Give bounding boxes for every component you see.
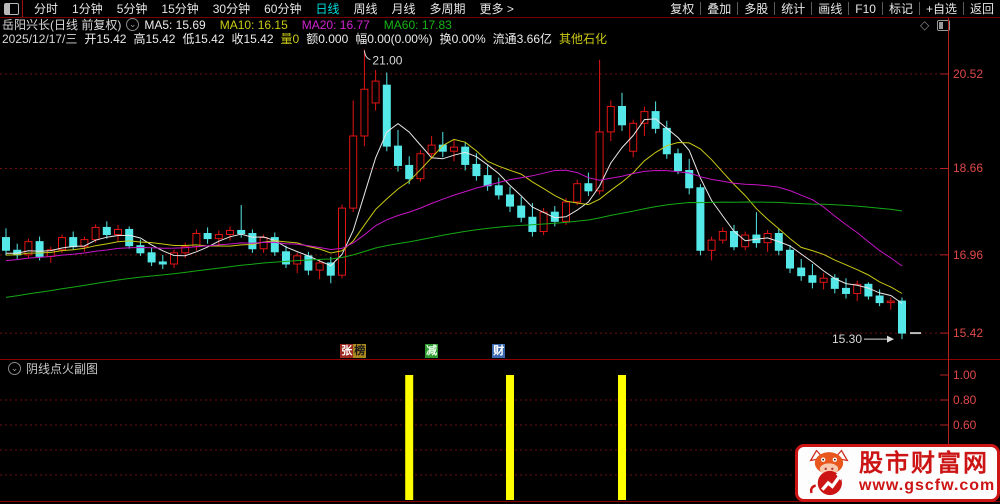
event-badge: 减 xyxy=(425,344,439,358)
toolbar-divider xyxy=(881,2,883,15)
diamond-icon[interactable]: ◇ xyxy=(920,18,929,32)
watermark-logo: 股市财富网 www.gscfw.com xyxy=(795,444,1000,502)
event-badge: 榜 xyxy=(353,344,367,358)
bull-icon xyxy=(809,449,849,496)
period-tab[interactable]: 月线 xyxy=(392,2,416,16)
toolbar-divider xyxy=(918,2,920,15)
stock-app-window: 分时 1分钟 5分钟 15分钟 30分钟 60分钟 日线 周线 月线 多周期 更多 > 复权 叠加 多股… xyxy=(0,0,1000,504)
period-tab[interactable]: 60分钟 xyxy=(264,2,301,16)
axis-tick-label: 1.00 xyxy=(953,368,977,382)
toolbar-button[interactable]: +自选 xyxy=(926,0,957,17)
period-tab[interactable]: 日线 xyxy=(315,2,339,16)
toolbar-button[interactable]: 多股 xyxy=(744,0,768,17)
toolbar-divider xyxy=(848,2,850,15)
toolbar: 复权 叠加 多股 统计 画线 F10 标记 +自选 返回 xyxy=(664,0,1000,17)
toolbar-divider xyxy=(774,2,776,15)
quote-field: 开15.42 xyxy=(84,31,127,46)
event-badge: 财 xyxy=(492,344,506,358)
event-badge: 张 xyxy=(340,344,354,358)
svg-text:15.30: 15.30 xyxy=(832,332,862,346)
panel-toggle-icon[interactable] xyxy=(4,2,19,15)
toolbar-button[interactable]: 叠加 xyxy=(707,0,731,17)
quote-field: 流通3.66亿 xyxy=(492,31,553,46)
event-badge-group: 张榜 xyxy=(340,344,367,358)
toolbar-divider xyxy=(737,2,739,15)
quote-field: 额0.000 xyxy=(306,31,349,46)
period-tab[interactable]: 15分钟 xyxy=(161,2,198,16)
quote-field: 其他石化 xyxy=(559,31,608,46)
quote-field: 收15.42 xyxy=(231,31,274,46)
quote-field: 低15.42 xyxy=(182,31,225,46)
period-tab[interactable]: 多周期 xyxy=(430,2,466,16)
signal-bar xyxy=(618,375,626,500)
period-tab[interactable]: 1分钟 xyxy=(72,2,103,16)
period-tab[interactable]: 更多 > xyxy=(480,2,514,16)
toolbar-divider xyxy=(811,2,813,15)
axis-tick-label: 16.96 xyxy=(953,247,984,262)
period-menubar: 分时 1分钟 5分钟 15分钟 30分钟 60分钟 日线 周线 月线 多周期 更多 > 复权 叠加 多股… xyxy=(0,0,1000,18)
period-tab[interactable]: 分时 xyxy=(34,2,58,16)
period-tab[interactable]: 30分钟 xyxy=(213,2,250,16)
toolbar-button[interactable]: 统计 xyxy=(781,0,805,17)
candlestick-chart[interactable]: 21.00 15.30 xyxy=(0,46,948,359)
period-tab[interactable]: 5分钟 xyxy=(117,2,148,16)
svg-text:21.00: 21.00 xyxy=(372,54,402,68)
axis-border xyxy=(948,18,949,501)
period-tabs: 分时 1分钟 5分钟 15分钟 30分钟 60分钟 日线 周线 月线 多周期 更多 > xyxy=(27,0,521,17)
signal-bar xyxy=(506,375,514,500)
axis-tick-label: 0.80 xyxy=(953,393,977,407)
toolbar-button[interactable]: 画线 xyxy=(818,0,842,17)
event-badge-group: 财 xyxy=(492,344,506,358)
quote-field: 高15.42 xyxy=(133,31,176,46)
period-tab[interactable]: 周线 xyxy=(353,2,377,16)
menubar-divider xyxy=(22,0,23,17)
toolbar-divider xyxy=(962,2,964,15)
toolbar-button[interactable]: F10 xyxy=(855,2,876,16)
quote-field: 2025/12/17/三 xyxy=(2,31,78,46)
axis-tick-label: 18.66 xyxy=(953,161,984,176)
axis-tick-label: 20.52 xyxy=(953,67,984,81)
axis-tick-label: 0.60 xyxy=(953,418,977,432)
toolbar-button[interactable]: 复权 xyxy=(670,0,694,17)
signal-bar xyxy=(405,375,414,500)
quote-bar: 2025/12/17/三 开15.42 高15.42 低15.42 收15.42 量0 额0… xyxy=(2,31,946,46)
quote-field: 量0 xyxy=(280,31,300,46)
quote-field: 换0.00% xyxy=(439,31,486,46)
quote-field: 幅0.00(0.00%) xyxy=(355,31,433,46)
toolbar-divider xyxy=(700,2,702,15)
toolbar-button[interactable]: 标记 xyxy=(889,0,913,17)
event-badge-group: 减 xyxy=(425,344,439,358)
toolbar-button[interactable]: 返回 xyxy=(970,0,994,17)
axis-tick-label: 15.42 xyxy=(953,326,984,341)
panel-separator xyxy=(0,359,1000,360)
watermark-site-name: 股市财富网 xyxy=(859,450,989,477)
watermark-site-url: www.gscfw.com xyxy=(859,477,996,494)
